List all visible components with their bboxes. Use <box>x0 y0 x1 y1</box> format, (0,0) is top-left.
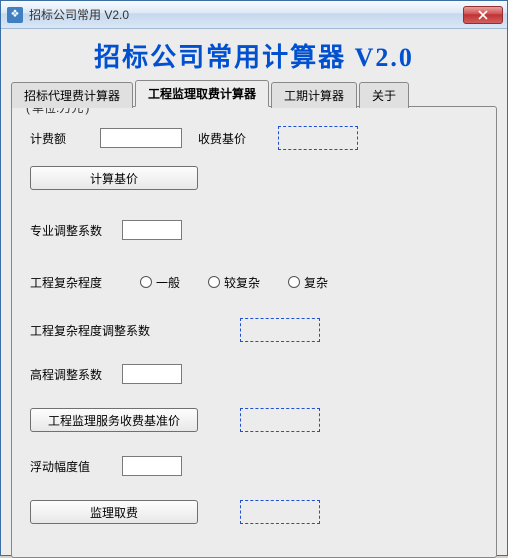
tab-label: 关于 <box>372 89 396 103</box>
complexity-radio-group: 一般 较复杂 复杂 <box>140 274 328 291</box>
elevation-adjust-input[interactable] <box>122 364 182 384</box>
complexity-option-more-complex[interactable]: 较复杂 <box>208 274 260 291</box>
button-label: 计算基价 <box>90 172 138 186</box>
tab-supervision-fee[interactable]: 工程监理取费计算器 <box>135 80 269 107</box>
elevation-adjust-label: 高程调整系数 <box>30 366 122 383</box>
row-float-range: 浮动幅度值 <box>30 453 478 479</box>
row-fee-amount: 计费额 收费基价 <box>30 125 478 151</box>
tab-label: 工期计算器 <box>284 89 344 103</box>
float-range-label: 浮动幅度值 <box>30 458 122 475</box>
calc-base-button[interactable]: 计算基价 <box>30 166 198 190</box>
radio-icon <box>140 276 152 288</box>
tab-label: 招标代理费计算器 <box>24 89 120 103</box>
window-title: 招标公司常用 V2.0 <box>29 6 463 23</box>
tab-label: 工程监理取费计算器 <box>148 87 256 101</box>
charge-base-label: 收费基价 <box>198 130 268 147</box>
close-icon <box>478 10 488 20</box>
complexity-option-complex[interactable]: 复杂 <box>288 274 328 291</box>
service-base-button[interactable]: 工程监理服务收费基准价 <box>30 408 198 432</box>
tab-about[interactable]: 关于 <box>359 82 409 108</box>
row-service-base: 工程监理服务收费基准价 <box>30 407 478 433</box>
row-complexity-adjust: 工程复杂程度调整系数 <box>30 317 478 343</box>
supervision-fee-output <box>240 500 320 524</box>
app-banner: 招标公司常用计算器 V2.0 <box>11 37 497 74</box>
float-range-input[interactable] <box>122 456 182 476</box>
titlebar: ❖ 招标公司常用 V2.0 <box>1 1 507 29</box>
radio-icon <box>288 276 300 288</box>
tab-strip: 招标代理费计算器 工程监理取费计算器 工期计算器 关于 <box>11 80 497 107</box>
app-window: ❖ 招标公司常用 V2.0 招标公司常用计算器 V2.0 招标代理费计算器 工程… <box>0 0 508 556</box>
fee-amount-label: 计费额 <box>30 130 100 147</box>
pro-adjust-label: 专业调整系数 <box>30 222 122 239</box>
row-calc-base: 计算基价 <box>30 165 478 191</box>
complexity-adjust-output <box>240 318 320 342</box>
tab-agency-fee[interactable]: 招标代理费计算器 <box>11 82 133 108</box>
row-elevation-adjust: 高程调整系数 <box>30 361 478 387</box>
radio-label: 一般 <box>156 274 180 291</box>
service-base-output <box>240 408 320 432</box>
pro-adjust-input[interactable] <box>122 220 182 240</box>
form-group: ( 单位:万元 ) 计费额 收费基价 计算基价 专业调整系数 <box>11 106 497 558</box>
button-label: 监理取费 <box>90 506 138 520</box>
radio-label: 较复杂 <box>224 274 260 291</box>
button-label: 工程监理服务收费基准价 <box>48 414 180 428</box>
radio-label: 复杂 <box>304 274 328 291</box>
row-supervision-fee: 监理取费 <box>30 499 478 525</box>
close-button[interactable] <box>463 6 503 24</box>
app-icon: ❖ <box>7 7 23 23</box>
charge-base-output <box>278 126 358 150</box>
client-area: 招标公司常用计算器 V2.0 招标代理费计算器 工程监理取费计算器 工期计算器 … <box>1 29 507 555</box>
complexity-adjust-label: 工程复杂程度调整系数 <box>30 322 180 339</box>
radio-icon <box>208 276 220 288</box>
row-complexity: 工程复杂程度 一般 较复杂 复杂 <box>30 269 478 295</box>
fee-amount-input[interactable] <box>100 128 182 148</box>
complexity-label: 工程复杂程度 <box>30 274 140 291</box>
row-pro-adjust: 专业调整系数 <box>30 217 478 243</box>
tab-duration[interactable]: 工期计算器 <box>271 82 357 108</box>
supervision-fee-button[interactable]: 监理取费 <box>30 500 198 524</box>
complexity-option-normal[interactable]: 一般 <box>140 274 180 291</box>
